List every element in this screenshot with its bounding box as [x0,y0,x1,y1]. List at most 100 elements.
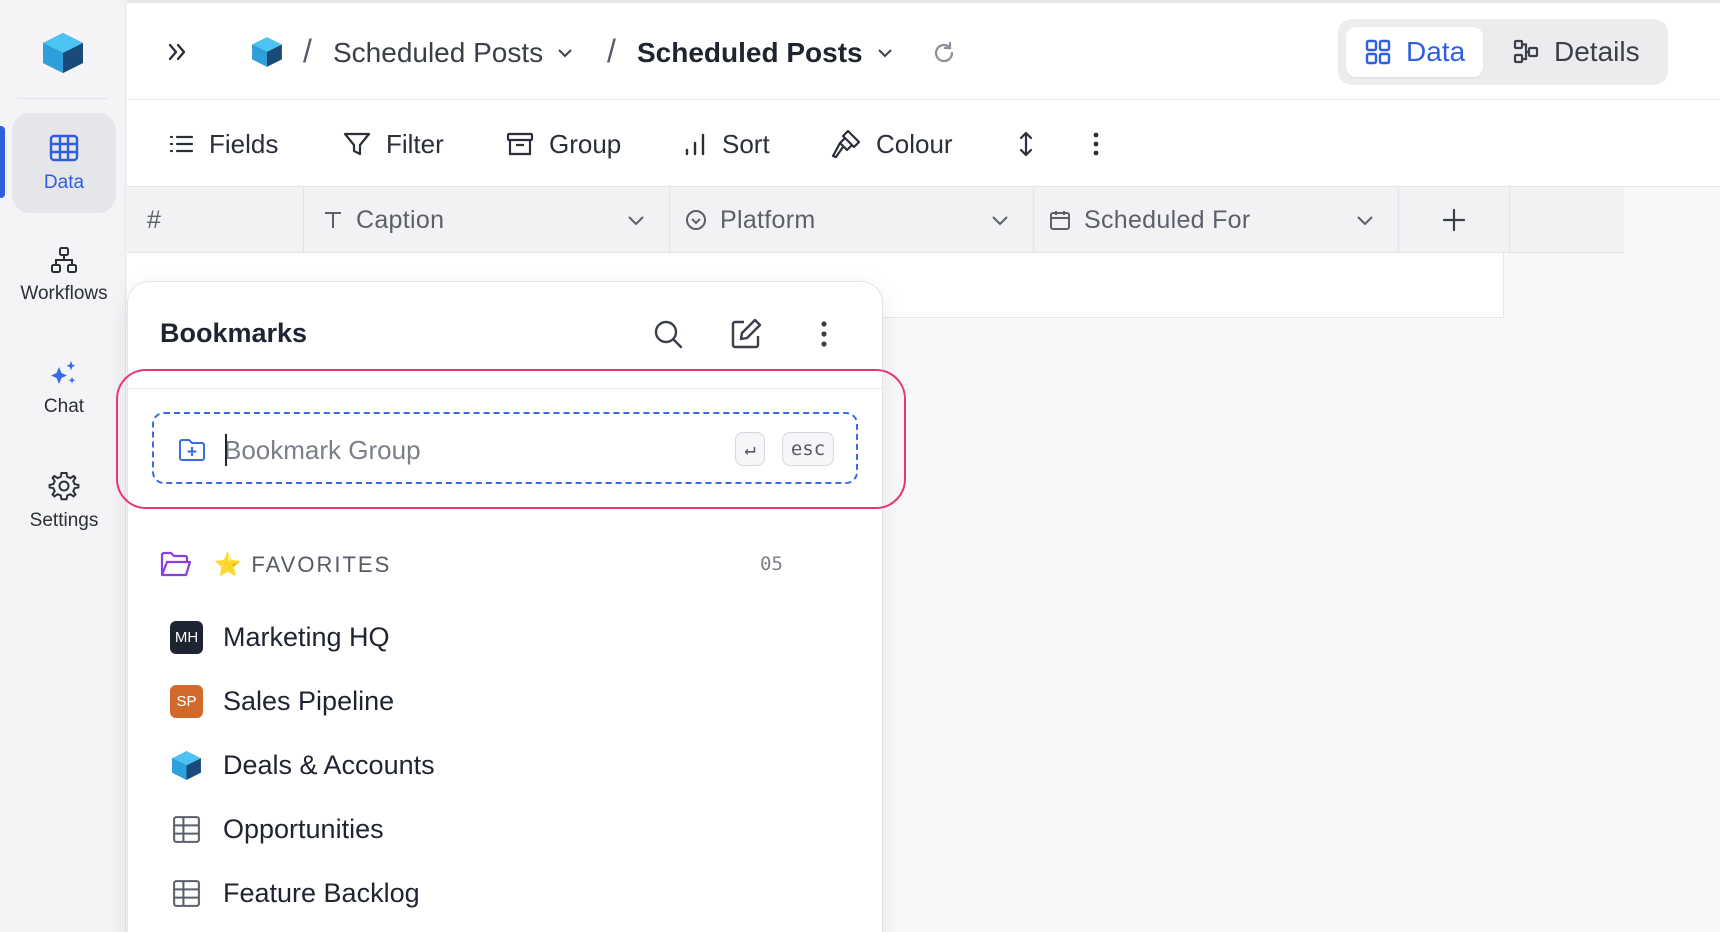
data-view-label: Data [1406,36,1466,67]
row-height-icon[interactable] [1012,130,1040,158]
grid-header: # Caption Platform Scheduled For [127,187,1624,253]
search-icon[interactable] [650,316,686,352]
edit-icon[interactable] [728,316,764,352]
column-header-caption[interactable]: Caption [304,187,670,253]
calendar-icon [1050,211,1070,230]
active-indicator [0,126,5,198]
top-bar: / Scheduled Posts / Scheduled Posts Data… [127,0,1720,100]
group-label: Group [549,128,622,159]
column-header-row-number: # [127,187,304,253]
refresh-icon[interactable] [931,40,957,66]
chevron-down-icon [877,49,892,58]
column-header-scheduled-for[interactable]: Scheduled For [1034,187,1399,253]
bookmark-label: Opportunities [223,813,384,844]
add-column-button[interactable] [1399,187,1510,253]
list-icon [169,135,194,153]
bar-sort-icon [685,133,705,156]
base-logo-icon [172,750,201,780]
chevron-down-icon[interactable] [1354,209,1376,231]
breadcrumb-base-label: Scheduled Posts [333,37,544,68]
data-view-button[interactable]: Data [1346,27,1484,77]
favorites-title: FAVORITES [251,552,392,577]
left-rail: Data Workflows Chat Settings [0,0,126,932]
column-header-platform[interactable]: Platform [670,187,1034,253]
colour-button[interactable]: Colour [830,122,953,166]
avatar: SP [170,684,203,718]
colour-label: Colour [876,128,953,159]
chevron-down-icon[interactable] [989,209,1011,231]
gear-icon [48,472,80,501]
list-item[interactable]: MH Marketing HQ [170,617,390,657]
column-name: Scheduled For [1084,205,1251,234]
rail-item-settings[interactable]: Settings [12,451,116,551]
table-icon [173,815,200,843]
folder-plus-icon [179,439,205,461]
sort-label: Sort [722,128,770,159]
details-view-label: Details [1554,36,1640,67]
filter-icon [343,132,371,156]
bookmark-label: Sales Pipeline [223,685,395,716]
text-icon [325,212,341,228]
plus-icon [1442,208,1466,232]
breadcrumb-separator: / [303,33,312,69]
column-name: # [147,205,162,234]
breadcrumb-base[interactable]: Scheduled Posts [333,33,575,73]
fields-label: Fields [209,128,279,159]
bookmark-label: Deals & Accounts [223,749,435,780]
bookmark-label: Feature Backlog [223,877,420,908]
column-name: Platform [720,205,816,234]
sort-button[interactable]: Sort [682,122,770,166]
favorites-count: 05 [760,553,783,575]
filter-label: Filter [386,128,444,159]
fields-button[interactable]: Fields [167,122,278,166]
esc-key-hint[interactable]: esc [782,432,834,466]
more-vertical-icon[interactable] [806,316,842,352]
rail-item-label: Workflows [20,283,108,304]
rail-item-label: Chat [43,396,85,417]
table-icon [173,879,200,907]
rail-item-label: Data [43,172,85,193]
rail-divider [18,98,108,99]
breadcrumb-separator: / [607,33,616,69]
breadcrumb-table[interactable]: Scheduled Posts [637,33,895,73]
bookmarks-title: Bookmarks [160,318,308,348]
paint-brush-icon [831,129,861,159]
favorites-header[interactable]: ⭐ FAVORITES [160,550,800,580]
chevron-down-icon[interactable] [625,209,647,231]
rail-item-chat[interactable]: Chat [12,338,116,438]
avatar: MH [170,620,203,654]
filter-button[interactable]: Filter [342,122,444,166]
details-view-button[interactable]: Details [1494,27,1658,77]
expand-sidebar-icon[interactable] [163,37,193,67]
grid-icon [1365,39,1391,65]
sparkles-icon [51,361,76,384]
folder-open-icon [160,551,192,577]
workflow-icon [51,247,77,273]
group-button[interactable]: Group [505,122,621,166]
rail-item-label: Settings [29,510,99,531]
archive-icon [506,132,534,156]
app-logo-icon[interactable] [40,30,86,76]
base-logo-icon [252,37,282,67]
breadcrumb-table-label: Scheduled Posts [637,37,863,68]
column-name: Caption [356,205,445,234]
view-toggle: Data Details [1338,19,1668,85]
toolbar: Fields Filter Group Sort Colour [127,100,1720,187]
diagram-icon [1513,39,1539,64]
chevron-down-icon [558,49,572,58]
bookmark-group-input[interactable] [224,430,664,470]
more-vertical-icon[interactable] [1082,130,1110,158]
rail-item-data[interactable]: Data [12,113,116,213]
bookmark-group-field[interactable]: ↵ esc [152,412,858,484]
bookmark-label: Marketing HQ [223,621,390,652]
enter-key-hint[interactable]: ↵ [735,432,765,466]
list-item[interactable]: SP Sales Pipeline [170,681,394,721]
list-item[interactable]: Deals & Accounts [170,745,435,785]
list-item[interactable]: Feature Backlog [170,873,420,913]
select-icon [686,210,706,230]
star-emoji: ⭐ [214,552,242,577]
text-caret [225,434,227,466]
rail-item-workflows[interactable]: Workflows [12,225,116,325]
list-item[interactable]: Opportunities [170,809,384,849]
grid-icon [49,134,79,162]
